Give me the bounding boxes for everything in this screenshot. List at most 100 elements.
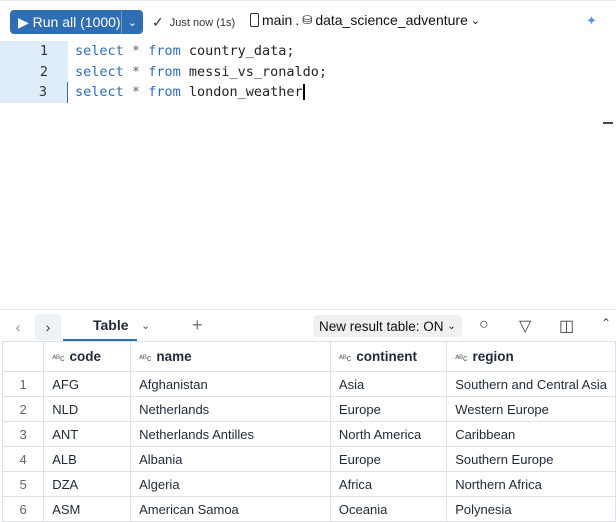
column-header-name[interactable]: ᴬᴮc name: [130, 341, 331, 372]
table-cell[interactable]: Afghanistan: [130, 371, 331, 397]
table-cell[interactable]: Caribbean: [446, 421, 616, 447]
row-index[interactable]: 2: [1, 396, 45, 422]
table-identifier: messi_vs_ronaldo: [188, 63, 319, 80]
column-name: continent: [356, 349, 417, 364]
table-header-row: ᴬᴮc code ᴬᴮc name ᴬᴮc continent ᴬᴮc region: [1, 341, 616, 372]
row-index[interactable]: 1: [1, 371, 45, 397]
table-cell[interactable]: Southern and Central Asia: [446, 371, 616, 397]
search-icon[interactable]: ○: [479, 316, 489, 334]
check-icon: ✓: [152, 14, 164, 30]
column-header-region[interactable]: ᴬᴮc region: [446, 341, 616, 372]
operator: *: [131, 84, 141, 101]
tab-table[interactable]: Table: [63, 310, 137, 342]
table-cell[interactable]: Netherlands: [130, 396, 331, 422]
run-all-label[interactable]: ▶ Run all (1000): [10, 14, 121, 31]
table-row[interactable]: 2 NLD Netherlands Europe Western Europe: [1, 396, 616, 422]
column-name: name: [156, 349, 192, 364]
table-cell[interactable]: Netherlands Antilles: [130, 421, 331, 447]
operator: *: [131, 43, 141, 60]
column-header-code[interactable]: ᴬᴮc code: [43, 341, 132, 372]
table-cell[interactable]: Polynesia: [446, 496, 616, 522]
editor-line[interactable]: 1 select * from country_data;: [0, 41, 616, 62]
sql-editor[interactable]: 1 select * from country_data; 2 select * f…: [0, 41, 616, 309]
keyword: from: [148, 43, 181, 60]
table-row[interactable]: 1 AFG Afghanistan Asia Southern and Central …: [1, 371, 616, 397]
table-row[interactable]: 5 DZA Algeria Africa Northern Africa: [1, 471, 616, 497]
run-status-text: Just now (1s): [169, 16, 236, 29]
table-cell[interactable]: ANT: [43, 421, 132, 447]
ai-assistant-sparkle-icon[interactable]: ✦: [586, 13, 597, 29]
string-type-icon: ᴬᴮc: [52, 353, 65, 363]
line-number: 1: [0, 41, 68, 62]
table-cell[interactable]: DZA: [43, 471, 132, 497]
table-cell[interactable]: Albania: [130, 446, 331, 472]
table-identifier: london_weather: [188, 84, 303, 101]
table-cell[interactable]: AFG: [43, 371, 132, 397]
index-header: [1, 341, 45, 372]
row-index[interactable]: 3: [1, 421, 45, 447]
tab-label: Table: [93, 316, 129, 333]
new-result-table-label: New result table: ON: [319, 318, 444, 334]
run-options-chevron-icon[interactable]: ⌄: [120, 10, 143, 34]
previous-tab-button[interactable]: ‹: [5, 314, 31, 340]
filter-icon[interactable]: ▽: [519, 316, 531, 336]
table-cell[interactable]: Northern Africa: [446, 471, 616, 497]
line-number: 2: [0, 61, 68, 82]
results-table: ᴬᴮc code ᴬᴮc name ᴬᴮc continent ᴬᴮc region 1…: [1, 341, 616, 522]
table-cell[interactable]: ASM: [43, 496, 132, 522]
new-result-table-toggle[interactable]: New result table: ON ⌄: [313, 315, 462, 337]
schema-name: data_science_adventure: [315, 12, 468, 28]
table-cell[interactable]: Europe: [329, 446, 448, 472]
table-cell[interactable]: American Samoa: [130, 496, 331, 522]
run-all-text: Run all (1000): [32, 13, 121, 30]
row-index[interactable]: 4: [1, 446, 45, 472]
table-cell[interactable]: ALB: [43, 446, 132, 472]
semicolon: ;: [318, 63, 328, 80]
table-cell[interactable]: Oceania: [329, 496, 448, 522]
keyword: select: [75, 43, 124, 60]
column-header-continent[interactable]: ᴬᴮc continent: [329, 341, 448, 372]
table-cell[interactable]: Algeria: [130, 471, 331, 497]
table-row[interactable]: 6 ASM American Samoa Oceania Polynesia: [1, 496, 616, 522]
line-number: 3: [0, 82, 68, 103]
table-cell[interactable]: Southern Europe: [446, 446, 616, 472]
table-cell[interactable]: North America: [329, 421, 448, 447]
editor-line[interactable]: 2 select * from messi_vs_ronaldo;: [0, 61, 616, 82]
tab-chevron-down-icon[interactable]: ⌄: [141, 319, 150, 332]
chevron-down-icon: ⌄: [470, 14, 481, 27]
keyword: select: [75, 63, 124, 80]
table-cell[interactable]: Western Europe: [446, 396, 616, 422]
add-tab-button[interactable]: +: [192, 315, 203, 336]
query-toolbar: ▶ Run all (1000) ⌄ ✓ Just now (1s) main.…: [0, 0, 616, 42]
string-type-icon: ᴬᴮc: [338, 353, 352, 363]
keyword: from: [148, 63, 181, 80]
run-status: ✓ Just now (1s): [152, 14, 235, 31]
catalog-name: main: [262, 12, 293, 28]
run-all-button[interactable]: ▶ Run all (1000) ⌄: [10, 10, 143, 34]
text-cursor: [302, 84, 305, 101]
table-row[interactable]: 3 ANT Netherlands Antilles North America Car…: [1, 421, 616, 447]
row-index[interactable]: 5: [1, 471, 45, 497]
operator: *: [131, 63, 141, 80]
table-row[interactable]: 4 ALB Albania Europe Southern Europe: [1, 446, 616, 472]
next-tab-button[interactable]: ›: [35, 314, 61, 340]
column-name: region: [472, 349, 514, 364]
catalog-icon: [250, 13, 259, 27]
panel-layout-icon[interactable]: ◫: [559, 316, 574, 336]
editor-line[interactable]: 3 select * from london_weather: [0, 82, 616, 103]
chevron-down-icon: ⌄: [447, 320, 456, 332]
column-name: code: [69, 349, 102, 364]
scrollbar-marker[interactable]: [603, 122, 613, 124]
collapse-chevron-up-icon[interactable]: ⌃: [601, 316, 611, 330]
row-index[interactable]: 6: [1, 496, 45, 522]
semicolon: ;: [286, 43, 295, 60]
keyword: from: [148, 84, 181, 101]
table-cell[interactable]: Asia: [329, 371, 448, 397]
table-cell[interactable]: Europe: [329, 396, 448, 422]
keyword: select: [75, 84, 124, 101]
string-type-icon: ᴬᴮc: [455, 353, 468, 363]
string-type-icon: ᴬᴮc: [139, 353, 152, 363]
table-cell[interactable]: Africa: [329, 471, 448, 497]
table-cell[interactable]: NLD: [43, 396, 132, 422]
catalog-schema-selector[interactable]: main. ⛁ data_science_adventure ⌄: [250, 12, 480, 28]
